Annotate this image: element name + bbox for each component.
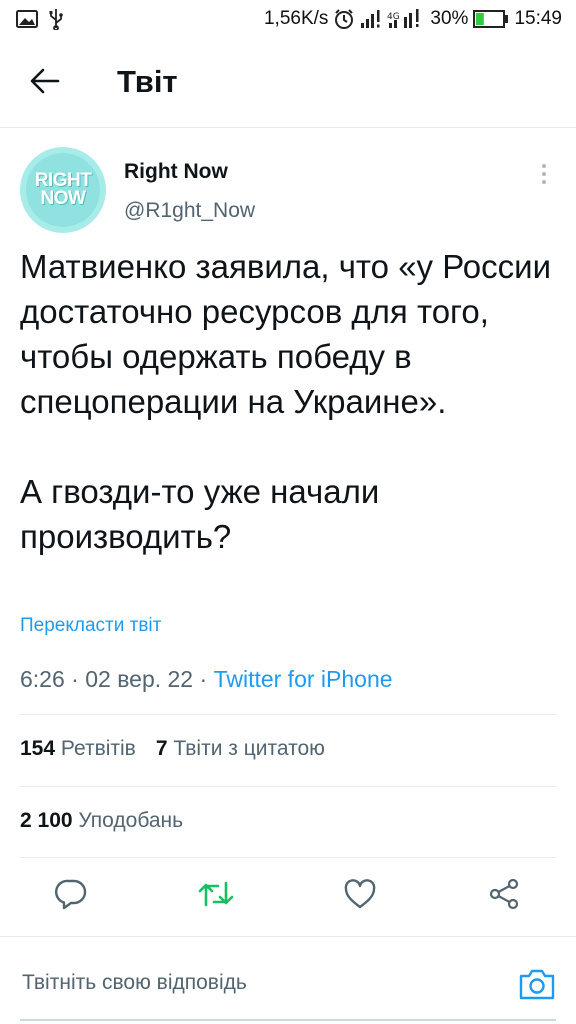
usb-icon <box>48 8 64 30</box>
retweet-icon <box>198 878 234 915</box>
tweet-meta: 6:26 · 02 вер. 22 · Twitter for iPhone <box>20 666 393 693</box>
likes-count: 2 100 <box>20 809 73 832</box>
clock: 15:49 <box>514 8 562 29</box>
retweet-button[interactable] <box>198 878 234 914</box>
more-options-button[interactable] <box>532 160 556 188</box>
like-button[interactable] <box>342 878 378 914</box>
author-handle[interactable]: @R1ght_Now <box>124 199 255 223</box>
quotes-stat[interactable]: 7 Твіти з цитатою <box>156 737 325 761</box>
reply-bar: Твітніть свою відповідь <box>0 936 576 1024</box>
likes-label: Уподобань <box>78 809 184 832</box>
translate-tweet-link[interactable]: Перекласти твіт <box>20 615 161 637</box>
author-display-name[interactable]: Right Now <box>124 160 228 184</box>
tweet-time: 6:26 <box>20 666 65 692</box>
retweets-label: Ретвітів <box>60 737 136 760</box>
back-button[interactable] <box>28 66 62 100</box>
status-bar-left <box>16 8 64 30</box>
tweet-actions <box>0 870 576 920</box>
camera-icon <box>518 969 556 1005</box>
meta-separator: · <box>199 666 208 692</box>
network-speed: 1,56K/s <box>263 8 329 29</box>
avatar-logo-line-2: NOW <box>40 188 86 209</box>
divider <box>20 786 556 787</box>
tweet-source-link[interactable]: Twitter for iPhone <box>214 666 393 692</box>
likes-stat[interactable]: 2 100 Уподобань <box>20 809 183 833</box>
quotes-label: Твіти з цитатою <box>173 737 325 760</box>
more-dot-icon <box>542 164 546 168</box>
tweet-paragraph: Матвиенко заявила, что «у России достато… <box>20 248 551 420</box>
status-bar: 1,56K/s 4G 30% 15:49 <box>0 0 576 38</box>
avatar[interactable]: RIGHT NOW <box>20 147 106 233</box>
reply-input[interactable]: Твітніть свою відповідь <box>22 971 247 995</box>
battery-icon <box>473 10 509 28</box>
alarm-icon <box>333 8 355 30</box>
camera-button[interactable] <box>518 967 556 1001</box>
more-dot-icon <box>542 172 546 176</box>
meta-separator: · <box>71 666 79 692</box>
divider <box>20 714 556 715</box>
reply-button[interactable] <box>53 878 89 914</box>
tweet-paragraph: А гвозди-то уже начали производить? <box>20 473 380 555</box>
heart-icon <box>343 878 377 915</box>
divider <box>20 857 556 858</box>
gallery-icon <box>16 10 38 28</box>
share-button[interactable] <box>486 878 522 914</box>
signal-4g-icon: 4G <box>387 8 425 30</box>
status-bar-right: 1,56K/s 4G 30% 15:49 <box>264 8 562 30</box>
retweets-stat[interactable]: 154 Ретвітів <box>20 737 136 761</box>
stats-row: 154 Ретвітів 7 Твіти з цитатою <box>20 737 325 761</box>
retweets-count: 154 <box>20 737 56 760</box>
share-icon <box>487 877 521 916</box>
reply-underline <box>20 1019 556 1021</box>
battery-percent: 30% <box>430 8 469 29</box>
more-dot-icon <box>542 180 546 184</box>
avatar-logo: RIGHT NOW <box>26 153 100 227</box>
quotes-count: 7 <box>155 737 168 760</box>
signal-icon <box>360 9 382 29</box>
top-header: Твіт <box>0 38 576 128</box>
tweet-date: 02 вер. 22 <box>85 666 194 692</box>
reply-icon <box>54 877 88 916</box>
svg-text:4G: 4G <box>387 12 400 22</box>
tweet-text: Матвиенко заявила, что «у России достато… <box>20 244 560 559</box>
arrow-left-icon <box>30 68 60 99</box>
page-title: Твіт <box>117 64 178 99</box>
